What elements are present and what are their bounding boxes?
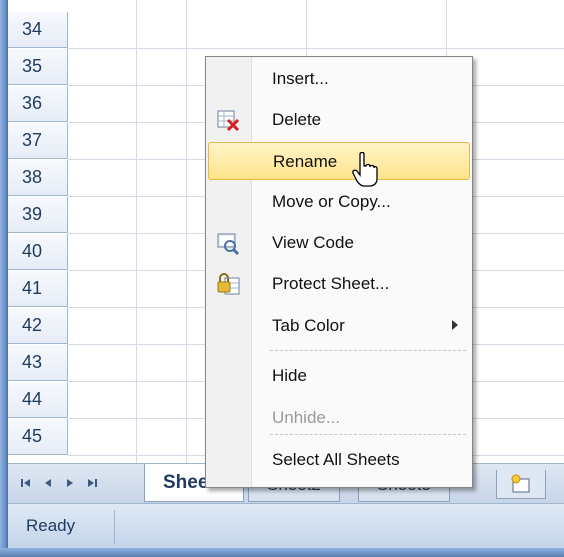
next-sheet-button[interactable] [60,472,80,494]
sheet-tab-context-menu: Insert... Delete Rename Move or Copy... View… [205,56,473,488]
row-header[interactable]: 44 [8,382,68,418]
menu-item-insert[interactable]: Insert... [208,60,470,98]
row-header[interactable]: 38 [8,160,68,196]
menu-item-hide[interactable]: Hide [208,357,470,395]
menu-item-label: Tab Color [272,316,345,335]
row-header[interactable]: 36 [8,86,68,122]
row-header[interactable]: 40 [8,234,68,270]
submenu-arrow-icon [452,320,458,330]
column-gridline [186,0,187,463]
window-frame-left [0,0,8,557]
last-sheet-button[interactable] [82,472,102,494]
previous-sheet-button[interactable] [38,472,58,494]
menu-item-label: Rename [273,152,338,171]
menu-item-move-or-copy[interactable]: Move or Copy... [208,183,470,221]
next-sheet-icon [67,479,73,487]
row-header[interactable]: 45 [8,419,68,455]
menu-item-label: Insert... [272,69,329,88]
row-header[interactable]: 37 [8,123,68,159]
row-header[interactable]: 42 [8,308,68,344]
row-header[interactable]: 41 [8,271,68,307]
window-frame-bottom [0,548,564,557]
row-header[interactable]: 35 [8,49,68,85]
previous-sheet-icon [45,479,51,487]
row-gridline [68,48,564,49]
row-header[interactable]: 34 [8,12,68,48]
column-gridline [136,0,137,463]
menu-item-tab-color[interactable]: Tab Color [208,307,470,345]
protect-sheet-icon [216,272,240,296]
menu-separator [270,350,466,351]
status-text: Ready [26,516,76,535]
menu-item-rename[interactable]: Rename [208,142,470,180]
row-header[interactable]: 43 [8,345,68,381]
menu-item-delete[interactable]: Delete [208,101,470,139]
menu-item-protect-sheet[interactable]: Protect Sheet... [208,265,470,303]
first-sheet-button[interactable] [16,472,36,494]
row-header[interactable]: 39 [8,197,68,233]
menu-item-label: Hide [272,366,307,385]
status-bar: Ready [8,503,564,549]
insert-worksheet-icon [511,474,530,493]
delete-sheet-icon [216,108,240,132]
hand-pointer-cursor-icon [352,152,378,187]
menu-item-label: View Code [272,233,354,252]
view-code-icon [216,231,240,256]
menu-item-label: Move or Copy... [272,192,391,211]
menu-item-label: Protect Sheet... [272,274,390,293]
row-headers: 34 35 36 37 38 39 40 41 42 43 44 45 [8,0,68,463]
menu-item-label: Select All Sheets [272,450,400,469]
last-sheet-icon [88,479,97,487]
menu-item-select-all-sheets[interactable]: Select All Sheets [208,441,470,479]
insert-worksheet-button[interactable] [496,470,546,499]
status-separator [114,510,115,544]
menu-item-label: Delete [272,110,322,129]
first-sheet-icon [21,479,30,487]
menu-item-label: Unhide... [272,408,341,427]
menu-item-view-code[interactable]: View Code [208,224,470,262]
menu-item-unhide: Unhide... [208,399,470,437]
menu-separator [270,434,466,435]
